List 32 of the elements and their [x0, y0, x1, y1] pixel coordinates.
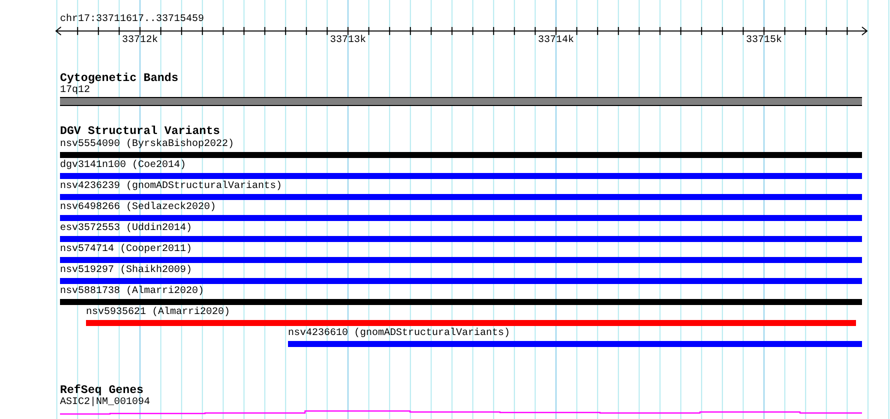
variant-bar[interactable]	[60, 173, 862, 179]
variant-label: dgv3141n100 (Coe2014)	[60, 159, 186, 173]
variant-label: esv3572553 (Uddin2014)	[60, 222, 192, 236]
tick-label: 33715k	[746, 35, 782, 47]
variant-label: nsv4236610 (gnomADStructuralVariants)	[288, 327, 510, 341]
variant-bar[interactable]	[86, 320, 856, 326]
track-title: DGV Structural Variants	[60, 126, 220, 138]
variant-label: nsv5935621 (Almarri2020)	[86, 306, 230, 320]
tick-label: 33714k	[538, 35, 574, 47]
variant-label: nsv5554090 (ByrskaBishop2022)	[60, 138, 234, 152]
variant-label: nsv5881738 (Almarri2020)	[60, 285, 204, 299]
variant-bar[interactable]	[60, 236, 862, 242]
variant-bar[interactable]	[60, 278, 862, 284]
cytoband-bar[interactable]	[60, 97, 862, 106]
variant-label: nsv574714 (Cooper2011)	[60, 243, 192, 257]
variant-bar[interactable]	[60, 194, 862, 200]
tick-label: 33712k	[122, 35, 158, 47]
track-title: RefSeq Genes	[60, 385, 144, 397]
tick-label: 33713k	[330, 35, 366, 47]
band-label: 17q12	[60, 85, 90, 97]
variant-bar[interactable]	[60, 299, 862, 305]
gene-label: ASIC2|NM_001094	[60, 397, 150, 409]
variant-bar[interactable]	[288, 341, 862, 347]
track-title: Cytogenetic Bands	[60, 73, 178, 85]
variant-bar[interactable]	[60, 257, 862, 263]
variant-label: nsv4236239 (gnomADStructuralVariants)	[60, 180, 282, 194]
variant-label: nsv6498266 (Sedlazeck2020)	[60, 201, 216, 215]
gene-line[interactable]	[60, 410, 862, 415]
variant-bar[interactable]	[60, 152, 862, 158]
location-label: chr17:33711617..33715459	[60, 14, 204, 26]
variant-label: nsv519297 (Shaikh2009)	[60, 264, 192, 278]
variant-bar[interactable]	[60, 215, 862, 221]
